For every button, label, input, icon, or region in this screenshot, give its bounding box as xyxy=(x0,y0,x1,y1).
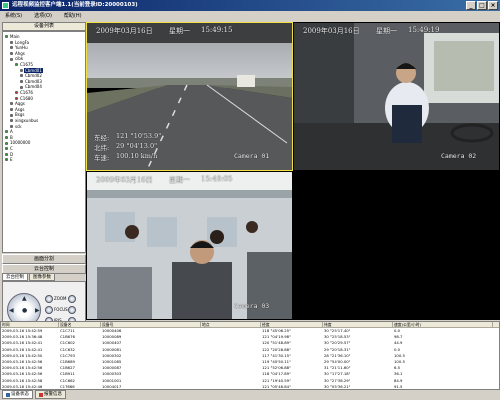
online-status-icon xyxy=(10,108,13,112)
cam3-time: 15:49:05 xyxy=(201,175,233,183)
menu-help[interactable]: 帮助(H) xyxy=(62,11,84,21)
menu-system[interactable]: 系统(S) xyxy=(3,11,24,21)
online-status-icon xyxy=(5,136,8,140)
arrow-right-icon[interactable]: ▶ xyxy=(35,307,40,314)
online-status-icon xyxy=(5,158,8,162)
focus-far-button[interactable] xyxy=(68,306,76,314)
focus-label: FOCUS xyxy=(54,307,68,312)
video-grid: 2009年03月16日 星期一 15:49:15 东经: 121 °10'53.… xyxy=(86,22,500,320)
table-body: 2009-03-16 15:42:59 C1C711 10000406 118 °45… xyxy=(1,328,499,389)
online-status-icon xyxy=(10,57,13,61)
screen-split-button[interactable]: 画面分割 xyxy=(2,254,86,264)
column-header[interactable]: 地点 xyxy=(201,322,261,327)
arrow-up-icon[interactable]: ▲ xyxy=(22,295,27,302)
offline-status-icon xyxy=(15,91,18,95)
online-status-icon xyxy=(10,102,13,106)
passenger-scene xyxy=(87,172,292,319)
tab-device-status[interactable]: 设备状态 xyxy=(2,390,33,399)
online-status-icon xyxy=(10,52,13,56)
menu-options[interactable]: 选项(O) xyxy=(32,11,54,21)
cam1-lon-label: 东经: xyxy=(94,134,110,142)
column-header[interactable]: 速度(公里/小时) xyxy=(393,322,493,327)
title-bar[interactable]: 远程视频监控客户端1.1(当前登录ID:20000103) _ □ × xyxy=(0,0,500,11)
column-header[interactable]: 设备号 xyxy=(101,322,201,327)
tab-image-params[interactable]: 图像参数 xyxy=(29,273,55,281)
device-status-icon xyxy=(6,392,10,397)
cam1-speed-label: 车速: xyxy=(94,154,110,162)
zoom-label: ZOOM xyxy=(54,296,67,301)
tree-item-label: sck xyxy=(15,123,22,129)
online-status-icon xyxy=(5,147,8,151)
column-header[interactable]: 设备名 xyxy=(59,322,101,327)
cam1-weekday: 星期一 xyxy=(169,27,190,35)
online-status-icon xyxy=(20,85,23,89)
online-status-icon xyxy=(5,35,8,39)
cam1-lat-label: 北纬: xyxy=(94,144,110,152)
column-header[interactable]: 纬度 xyxy=(323,322,393,327)
app-icon xyxy=(2,2,9,9)
window-controls: _ □ × xyxy=(466,1,498,10)
zoom-out-button[interactable] xyxy=(68,295,76,303)
cam1-date: 2009年03月16日 xyxy=(96,27,153,35)
menu-bar: 系统(S) 选项(O) 帮助(H) xyxy=(0,11,500,21)
cam3-name: Camera 03 xyxy=(234,302,270,310)
driver-scene xyxy=(294,23,499,170)
device-list-header: 设备列表 xyxy=(2,22,86,31)
cam1-time: 15:49:15 xyxy=(201,26,233,34)
bottom-tabs: 设备状态 报警信息 xyxy=(0,390,500,400)
offline-status-icon xyxy=(15,96,18,100)
tree-item-label: E xyxy=(10,157,13,163)
column-header[interactable]: 经度 xyxy=(261,322,323,327)
close-button[interactable]: × xyxy=(488,1,498,10)
cam3-date: 2009年03月16日 xyxy=(96,176,153,184)
camera-03-view[interactable] xyxy=(87,172,292,319)
maximize-button[interactable]: □ xyxy=(477,1,487,10)
control-tabs: 云台控制 图像参数 xyxy=(2,273,55,281)
cam1-name: Camera 01 xyxy=(234,152,270,160)
cam3-weekday: 星期一 xyxy=(169,176,190,184)
center-icon[interactable]: ● xyxy=(22,307,27,314)
device-tree[interactable]: Main LongFa YunHu Ahgs cibk C1675 Cbmd01 Cbmd02… xyxy=(2,31,86,253)
minimize-button[interactable]: _ xyxy=(466,1,476,10)
online-status-icon xyxy=(10,113,13,117)
online-status-icon xyxy=(10,40,13,44)
tab-alarm-info-label: 报警信息 xyxy=(44,391,62,397)
cam2-date: 2009年03月16日 xyxy=(303,27,360,35)
gps-records-table: 时间 设备名 设备号 地点 经度 纬度 速度(公里/小时) 2009-03-16 15:42… xyxy=(0,321,500,390)
tab-ptz-control[interactable]: 云台控制 xyxy=(2,273,28,281)
online-status-icon xyxy=(10,124,13,128)
cam1-speed: 100.10 km/h xyxy=(116,152,158,160)
cam2-name: Camera 02 xyxy=(441,152,477,160)
online-status-icon xyxy=(20,80,23,84)
online-status-icon xyxy=(20,74,23,78)
camera-04-view[interactable] xyxy=(294,172,499,319)
app-window: 远程视频监控客户端1.1(当前登录ID:20000103) _ □ × 系统(S… xyxy=(0,0,500,400)
online-status-icon xyxy=(20,68,23,72)
window-title: 远程视频监控客户端1.1(当前登录ID:20000103) xyxy=(12,2,138,8)
cam1-lat: 29 °04'13.0" xyxy=(116,142,158,150)
online-status-icon xyxy=(5,152,8,156)
camera-02-view[interactable] xyxy=(294,23,499,170)
online-status-icon xyxy=(5,130,8,134)
focus-near-button[interactable] xyxy=(45,306,53,314)
tree-item[interactable]: E xyxy=(5,157,14,163)
online-status-icon xyxy=(15,63,18,67)
device-panel: 设备列表 Main LongFa YunHu Ahgs cibk C1675 Cbmd01 C… xyxy=(2,22,86,337)
cam2-weekday: 星期一 xyxy=(376,27,397,35)
alarm-icon xyxy=(39,392,43,397)
online-status-icon xyxy=(10,46,13,50)
arrow-left-icon[interactable]: ◀ xyxy=(9,307,14,314)
cam1-lon: 121 °10'53.9" xyxy=(116,132,162,140)
online-status-icon xyxy=(5,141,8,145)
cam2-time: 15:49:19 xyxy=(408,26,440,34)
tab-alarm-info[interactable]: 报警信息 xyxy=(35,390,66,399)
column-header[interactable]: 时间 xyxy=(1,322,59,327)
zoom-in-button[interactable] xyxy=(45,295,53,303)
tab-device-status-label: 设备状态 xyxy=(11,391,29,397)
online-status-icon xyxy=(10,119,13,123)
